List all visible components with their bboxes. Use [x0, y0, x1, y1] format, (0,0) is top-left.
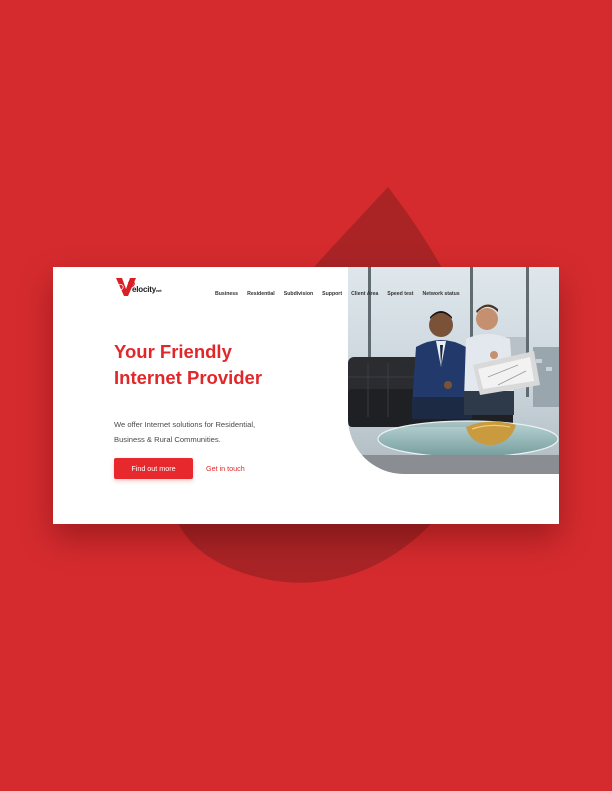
hero-description: We offer Internet solutions for Resident…: [114, 417, 304, 447]
hero-description-line-2: Business & Rural Communities.: [114, 435, 221, 444]
nav-item-network-status[interactable]: Network status: [423, 291, 460, 297]
nav-item-client-area[interactable]: Client Area: [351, 291, 378, 297]
find-out-more-button[interactable]: Find out more: [114, 458, 193, 479]
hero-photo: [348, 267, 559, 474]
main-navigation: Business Residential Subdivision Support…: [215, 291, 460, 297]
nav-item-residential[interactable]: Residential: [247, 291, 275, 297]
nav-item-subdivision[interactable]: Subdivision: [284, 291, 313, 297]
presentation-stage: elocitynet Business Residential Subdivis…: [0, 0, 612, 791]
hero-title-line-2: Internet Provider: [114, 367, 263, 388]
nav-item-speed-test[interactable]: Speed test: [387, 291, 413, 297]
brand-logo[interactable]: elocitynet: [115, 276, 185, 298]
get-in-touch-link[interactable]: Get in touch: [206, 458, 245, 479]
nav-item-business[interactable]: Business: [215, 291, 238, 297]
business-people-photo: [348, 267, 559, 474]
brand-wordmark: elocitynet: [132, 285, 162, 294]
hero-title: Your Friendly Internet Provider: [114, 339, 314, 391]
hero-title-line-1: Your Friendly: [114, 341, 232, 362]
nav-item-support[interactable]: Support: [322, 291, 342, 297]
website-hero-card: elocitynet Business Residential Subdivis…: [53, 267, 559, 524]
hero-description-line-1: We offer Internet solutions for Resident…: [114, 420, 256, 429]
